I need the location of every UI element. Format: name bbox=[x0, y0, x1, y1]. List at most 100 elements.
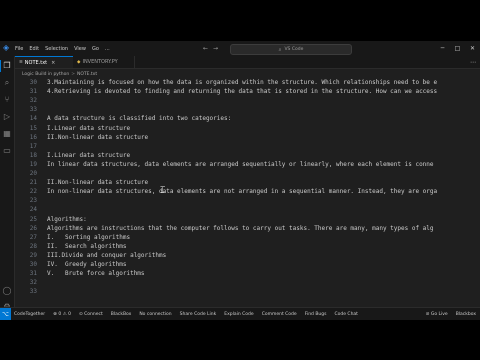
status-blackbox-right[interactable]: Blackbox bbox=[456, 312, 476, 317]
code-line[interactable]: II.Non-linear data structure bbox=[47, 133, 148, 142]
code-line[interactable]: Algorithms: bbox=[47, 215, 87, 224]
line-number: 33 bbox=[29, 106, 37, 114]
window-controls: ─ □ ✕ bbox=[435, 41, 480, 56]
menu-edit[interactable]: Edit bbox=[29, 46, 39, 52]
status-bar: ⌥ CodeTogether ⊗ 0 ⚠ 0 ⊙ Connect BlackBo… bbox=[0, 307, 480, 320]
line-number: 33 bbox=[29, 288, 37, 296]
title-bar: ◈ File Edit Selection View Go ... ← → ⌕ … bbox=[0, 41, 480, 56]
status-code-chat[interactable]: Code Chat bbox=[334, 312, 357, 317]
line-number: 14 bbox=[29, 115, 37, 123]
code-line[interactable]: 4.Retrieving is devoted to finding and r… bbox=[47, 87, 437, 96]
code-line[interactable]: In non-linear data structures, data elem… bbox=[47, 187, 437, 196]
line-number: 25 bbox=[29, 215, 37, 223]
code-line[interactable]: In linear data structures, data elements… bbox=[47, 160, 434, 169]
code-line[interactable]: II. Search algorithms bbox=[47, 242, 126, 251]
search-icon: ⌕ bbox=[278, 46, 282, 53]
line-number: 29 bbox=[29, 251, 37, 259]
code-line[interactable]: I. Sorting algorithms bbox=[47, 233, 130, 242]
breadcrumb-file[interactable]: NOTE.txt bbox=[77, 72, 97, 77]
line-number: 23 bbox=[29, 197, 37, 205]
tab-inventory-py[interactable]: ◆ INVENTORY.PY bbox=[73, 56, 135, 68]
menu-go[interactable]: Go bbox=[92, 46, 99, 52]
code-editor[interactable]: 30 31 32 33 14 15 16 17 18 19 20 21 22 23 24 25 26 27 28 29… bbox=[15, 78, 480, 297]
line-number: 24 bbox=[29, 206, 37, 214]
close-tab-icon[interactable]: × bbox=[51, 60, 55, 66]
line-number: 26 bbox=[29, 224, 37, 232]
line-number: 32 bbox=[29, 279, 37, 287]
status-comment-code[interactable]: Comment Code bbox=[262, 312, 297, 317]
line-number: 20 bbox=[29, 170, 37, 177]
command-center-label: VS Code bbox=[284, 47, 304, 52]
line-number: 21 bbox=[29, 179, 37, 187]
line-number: 28 bbox=[29, 242, 37, 250]
line-number: 31 bbox=[29, 270, 37, 278]
code-line[interactable]: V. Brute force algorithms bbox=[47, 269, 145, 278]
tab-actions: ⋯ bbox=[465, 56, 476, 68]
close-window-icon[interactable]: ✕ bbox=[465, 41, 480, 56]
remote-indicator-icon[interactable]: ⌥ bbox=[0, 308, 11, 320]
tab-note-txt[interactable]: ≡ NOTE.txt × bbox=[15, 56, 73, 68]
python-file-icon: ◆ bbox=[77, 59, 81, 65]
status-connection[interactable]: No connection bbox=[139, 312, 171, 317]
breadcrumb-folder[interactable]: Logic Build in python bbox=[22, 72, 69, 77]
status-bar-right: ⊘ Go Live Blackbox bbox=[418, 308, 476, 320]
menu-more[interactable]: ... bbox=[105, 46, 110, 52]
source-control-icon[interactable]: ⑂ bbox=[2, 95, 12, 105]
status-go-live[interactable]: ⊘ Go Live bbox=[426, 312, 448, 317]
nav-arrows: ← → bbox=[203, 41, 223, 56]
forward-arrow-icon[interactable]: → bbox=[213, 45, 218, 52]
minimize-icon[interactable]: ─ bbox=[435, 41, 450, 56]
status-bar-left: CodeTogether ⊗ 0 ⚠ 0 ⊙ Connect BlackBox … bbox=[14, 308, 366, 320]
status-codetogether[interactable]: CodeTogether bbox=[14, 312, 45, 317]
menu-selection[interactable]: Selection bbox=[45, 46, 68, 52]
code-line[interactable]: III.Divide and conquer algorithms bbox=[47, 251, 166, 260]
letterbox-bottom bbox=[0, 320, 480, 360]
line-number: 18 bbox=[29, 151, 37, 159]
maximize-icon[interactable]: □ bbox=[450, 41, 465, 56]
vscode-logo-icon: ◈ bbox=[3, 43, 10, 52]
line-number: 30 bbox=[29, 261, 37, 268]
text-file-icon: ≡ bbox=[19, 60, 23, 65]
editor-tab-bar: ≡ NOTE.txt × ◆ INVENTORY.PY ⋯ bbox=[15, 56, 480, 69]
vscode-window: ◈ File Edit Selection View Go ... ← → ⌕ … bbox=[0, 41, 480, 320]
menu-file[interactable]: File bbox=[15, 46, 23, 52]
line-number: 31 bbox=[29, 88, 37, 96]
status-explain-code[interactable]: Explain Code bbox=[224, 312, 253, 317]
line-number: 27 bbox=[29, 233, 37, 241]
search-icon[interactable]: ⌕ bbox=[2, 78, 12, 88]
menu-view[interactable]: View bbox=[74, 46, 86, 52]
tab-label: NOTE.txt bbox=[24, 59, 48, 66]
status-connect[interactable]: ⊙ Connect bbox=[79, 312, 103, 317]
status-blackbox[interactable]: BlackBox bbox=[111, 312, 132, 317]
line-number: 32 bbox=[29, 97, 37, 105]
breadcrumb: Logic Build in python > NOTE.txt bbox=[22, 70, 97, 78]
status-share-code-link[interactable]: Share Code Link bbox=[180, 312, 217, 317]
line-number: 15 bbox=[29, 124, 37, 132]
status-problems[interactable]: ⊗ 0 ⚠ 0 bbox=[53, 312, 71, 317]
code-line[interactable]: 3.Maintaining is focused on how the data… bbox=[47, 78, 437, 87]
code-line[interactable]: I.Linear data structure bbox=[47, 151, 130, 160]
command-center-search[interactable]: ⌕ VS Code bbox=[230, 44, 352, 55]
breadcrumb-separator: > bbox=[71, 71, 75, 77]
back-arrow-icon[interactable]: ← bbox=[203, 45, 208, 52]
tab-label: INVENTORY.PY bbox=[82, 59, 118, 65]
code-line[interactable]: II.Non-linear data structure bbox=[47, 178, 148, 187]
code-line[interactable]: Algorithms are instructions that the com… bbox=[47, 224, 434, 233]
line-number: 16 bbox=[29, 133, 37, 141]
code-line[interactable]: IV. Greedy algorithms bbox=[47, 260, 126, 269]
active-indicator bbox=[0, 60, 1, 72]
line-number: 30 bbox=[29, 79, 37, 86]
line-number: 17 bbox=[29, 142, 37, 150]
more-actions-icon[interactable]: ⋯ bbox=[470, 59, 476, 66]
extensions-icon[interactable]: ▦ bbox=[2, 129, 12, 139]
run-debug-icon[interactable]: ▷ bbox=[2, 112, 12, 122]
code-line[interactable]: I.Linear data structure bbox=[47, 124, 130, 133]
account-icon[interactable]: ◯ bbox=[2, 286, 12, 296]
remote-explorer-icon[interactable]: ▭ bbox=[2, 146, 12, 156]
files-icon[interactable]: ❐ bbox=[2, 61, 12, 71]
line-number: 22 bbox=[29, 188, 37, 196]
letterbox-top bbox=[0, 0, 480, 41]
line-number: 19 bbox=[29, 160, 37, 168]
status-find-bugs[interactable]: Find Bugs bbox=[305, 312, 327, 317]
code-line[interactable]: A data structure is classified into two … bbox=[47, 114, 231, 123]
